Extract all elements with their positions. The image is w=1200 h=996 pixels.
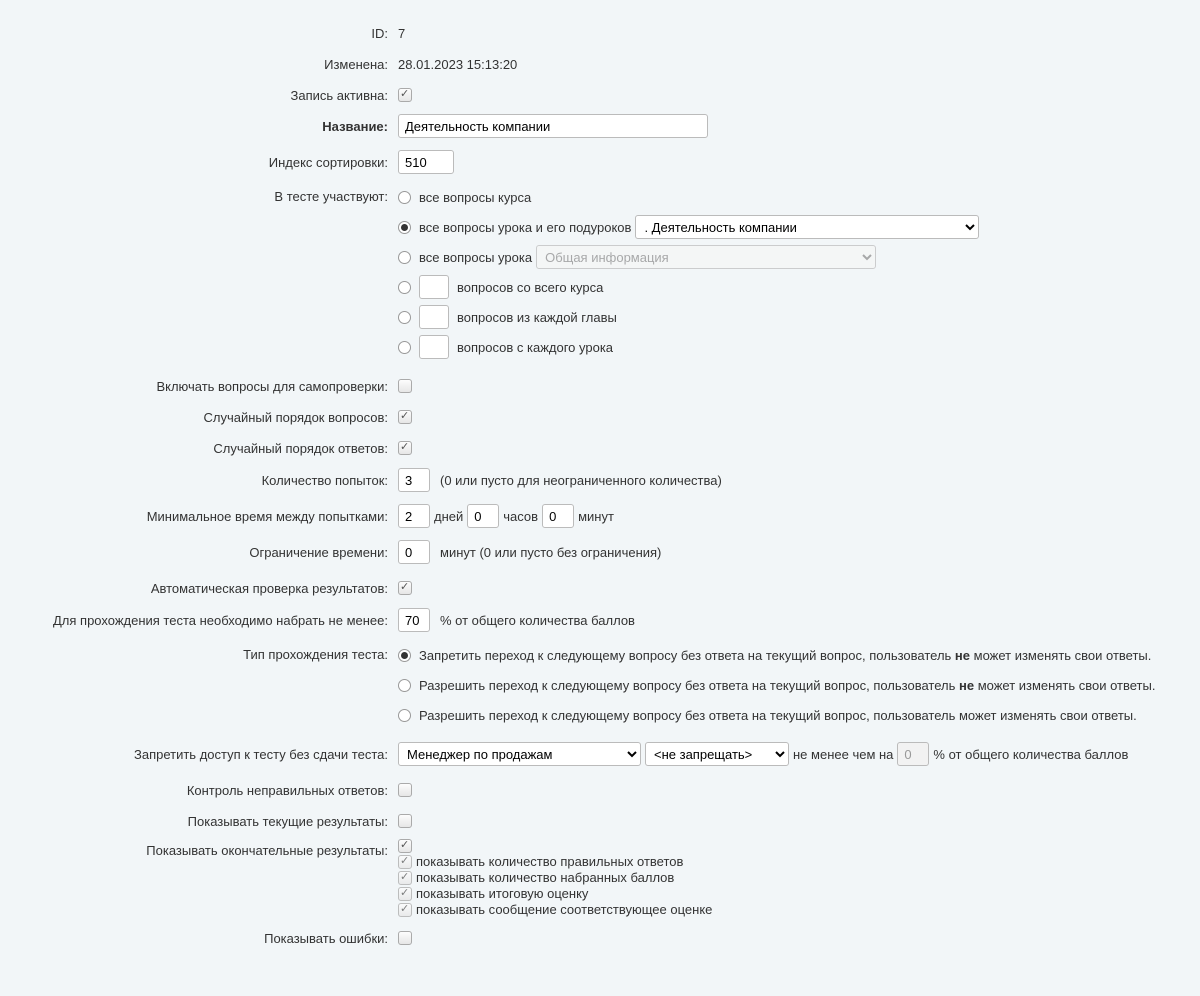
radio-n-course-label: вопросов со всего курса (457, 280, 603, 295)
label-showcurrent: Показывать текущие результаты: (26, 814, 398, 829)
interval-minutes-input[interactable] (542, 504, 574, 528)
name-input[interactable] (398, 114, 708, 138)
label-selfcheck: Включать вопросы для самопроверки: (26, 379, 398, 394)
radio-all-course-label: все вопросы курса (419, 190, 531, 205)
radio-n-lesson-label: вопросов с каждого урока (457, 340, 613, 355)
radio-passtype-1[interactable] (398, 649, 411, 662)
label-sort-index: Индекс сортировки: (26, 155, 398, 170)
label-id: ID: (26, 26, 398, 41)
showcurrent-checkbox[interactable] (398, 814, 412, 828)
passtype-3-label: Разрешить переход к следующему вопросу б… (419, 708, 1137, 723)
n-chapter-input[interactable] (419, 305, 449, 329)
label-autocheck: Автоматическая проверка результатов: (26, 581, 398, 596)
interval-hours-input[interactable] (467, 504, 499, 528)
attempts-input[interactable] (398, 468, 430, 492)
label-showerrors: Показывать ошибки: (26, 931, 398, 946)
label-wrongctrl: Контроль неправильных ответов: (26, 783, 398, 798)
radio-passtype-3[interactable] (398, 709, 411, 722)
label-passtype: Тип прохождения теста: (26, 643, 398, 662)
radio-all-chapter-label: все вопросы урока (419, 250, 532, 265)
radio-passtype-2[interactable] (398, 679, 411, 692)
days-label: дней (434, 509, 463, 524)
label-randq: Случайный порядок вопросов: (26, 410, 398, 425)
prereq-test-select[interactable]: Менеджер по продажам (398, 742, 641, 766)
n-lesson-input[interactable] (419, 335, 449, 359)
label-modified: Изменена: (26, 57, 398, 72)
label-timelimit: Ограничение времени: (26, 545, 398, 560)
selfcheck-checkbox[interactable] (398, 379, 412, 393)
timelimit-hint: минут (0 или пусто без ограничения) (440, 545, 661, 560)
label-interval: Минимальное время между попытками: (26, 509, 398, 524)
interval-days-input[interactable] (398, 504, 430, 528)
showfinal-sub4-checkbox[interactable] (398, 903, 412, 917)
prereq-mode-select[interactable]: <не запрещать> (645, 742, 789, 766)
prereq-pct-input[interactable] (897, 742, 929, 766)
minutes-label: минут (578, 509, 614, 524)
passtype-2-label: Разрешить переход к следующему вопросу б… (419, 678, 1155, 693)
sort-index-input[interactable] (398, 150, 454, 174)
attempts-hint: (0 или пусто для неограниченного количес… (440, 473, 722, 488)
prereq-end-label: % от общего количества баллов (933, 747, 1128, 762)
showerrors-checkbox[interactable] (398, 931, 412, 945)
showfinal-checkbox[interactable] (398, 839, 412, 853)
radio-all-course[interactable] (398, 191, 411, 204)
hours-label: часов (503, 509, 538, 524)
showfinal-sub4-label: показывать сообщение соответствующее оце… (416, 902, 712, 917)
label-passscore: Для прохождения теста необходимо набрать… (26, 613, 398, 628)
randq-checkbox[interactable] (398, 410, 412, 424)
label-active: Запись активна: (26, 88, 398, 103)
randa-checkbox[interactable] (398, 441, 412, 455)
radio-n-course[interactable] (398, 281, 411, 294)
label-randa: Случайный порядок ответов: (26, 441, 398, 456)
value-modified: 28.01.2023 15:13:20 (398, 57, 517, 72)
passscore-hint: % от общего количества баллов (440, 613, 635, 628)
autocheck-checkbox[interactable] (398, 581, 412, 595)
wrongctrl-checkbox[interactable] (398, 783, 412, 797)
showfinal-sub1-checkbox[interactable] (398, 855, 412, 869)
passtype-1-label: Запретить переход к следующему вопросу б… (419, 648, 1151, 663)
value-id: 7 (398, 26, 405, 41)
showfinal-sub1-label: показывать количество правильных ответов (416, 854, 683, 869)
n-course-input[interactable] (419, 275, 449, 299)
showfinal-sub3-label: показывать итоговую оценку (416, 886, 588, 901)
radio-all-lesson[interactable] (398, 221, 411, 234)
passscore-input[interactable] (398, 608, 430, 632)
radio-n-chapter[interactable] (398, 311, 411, 324)
label-showfinal: Показывать окончательные результаты: (26, 839, 398, 858)
prereq-mid-label: не менее чем на (793, 747, 893, 762)
showfinal-sub3-checkbox[interactable] (398, 887, 412, 901)
active-checkbox[interactable] (398, 88, 412, 102)
label-prereq: Запретить доступ к тесту без сдачи теста… (26, 747, 398, 762)
label-name: Название: (26, 119, 398, 134)
chapter-select[interactable]: Общая информация (536, 245, 876, 269)
radio-n-lesson[interactable] (398, 341, 411, 354)
radio-all-lesson-label: все вопросы урока и его подуроков (419, 220, 631, 235)
timelimit-input[interactable] (398, 540, 430, 564)
radio-n-chapter-label: вопросов из каждой главы (457, 310, 617, 325)
label-attempts: Количество попыток: (26, 473, 398, 488)
label-in-test: В тесте участвуют: (26, 185, 398, 204)
lesson-select[interactable]: . Деятельность компании (635, 215, 979, 239)
radio-all-chapter[interactable] (398, 251, 411, 264)
